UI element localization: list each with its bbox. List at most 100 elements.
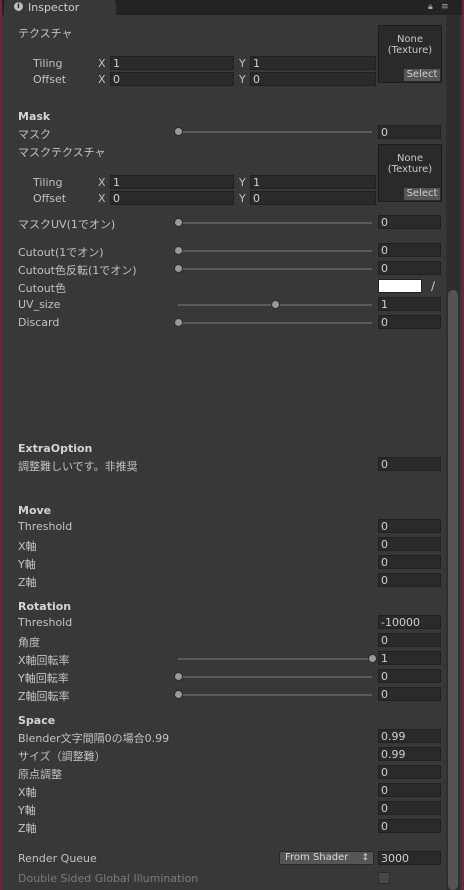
cutout-color-label: Cutout色 (18, 282, 66, 295)
tab-inspector[interactable]: i Inspector (4, 0, 116, 15)
mask-offset-x-label: X (98, 192, 106, 205)
move-y-field[interactable]: 0 (378, 555, 441, 569)
mask-slider[interactable] (178, 131, 372, 133)
move-z-field[interactable]: 0 (378, 573, 441, 587)
rotation-z-slider-handle[interactable] (174, 690, 183, 699)
eyedropper-icon[interactable]: ∕ (426, 279, 440, 293)
rotation-header: Rotation (18, 600, 72, 613)
mask-uv-slider[interactable] (178, 222, 372, 224)
discard-value-field[interactable]: 0 (378, 315, 441, 329)
discard-slider[interactable] (178, 322, 372, 324)
space-y-label: Y軸 (18, 804, 36, 817)
mask-label: マスク (18, 128, 51, 141)
space-size-label: サイズ（調整難） (18, 750, 106, 763)
mask-offset-label: Offset (33, 192, 67, 205)
tab-bar: i Inspector 🔒︎ ≡ (0, 0, 464, 15)
scrollbar-thumb[interactable] (448, 290, 458, 890)
window-edge-left (0, 0, 2, 890)
space-y-field[interactable]: 0 (378, 801, 441, 815)
dropdown-arrows-icon: ↕ (361, 853, 369, 863)
space-z-field[interactable]: 0 (378, 819, 441, 833)
rotation-angle-field[interactable]: 0 (378, 633, 441, 647)
space-size-field[interactable]: 0.99 (378, 747, 441, 761)
rotation-z-label: Z軸回転率 (18, 690, 70, 703)
cutout-slider[interactable] (178, 250, 372, 252)
render-queue-field[interactable]: 3000 (378, 851, 441, 865)
rotation-x-slider[interactable] (178, 658, 372, 660)
space-x-label: X軸 (18, 786, 37, 799)
extra-option-label: 調整難しいです。非推奨 (18, 460, 138, 473)
mask-tiling-y-label: Y (239, 176, 246, 189)
mask-uv-label: マスクUV(1でオン) (18, 218, 116, 231)
render-queue-dropdown[interactable]: From Shader ↕ (279, 851, 374, 865)
texture-select-button[interactable]: Select (404, 69, 440, 81)
tiling-y-label: Y (239, 57, 246, 70)
mask-tiling-x-label: X (98, 176, 106, 189)
texture-slot[interactable]: None (Texture) Select (378, 25, 442, 83)
rotation-z-field[interactable]: 0 (378, 687, 441, 701)
mask-texture-type-text: (Texture) (387, 164, 433, 175)
rotation-x-field[interactable]: 1 (378, 651, 441, 665)
mask-texture-label: マスクテクスチャ (18, 146, 106, 159)
space-origin-field[interactable]: 0 (378, 765, 441, 779)
uv-size-value-field[interactable]: 1 (378, 297, 441, 311)
mask-offset-x-field[interactable]: 0 (110, 191, 234, 205)
dsgi-checkbox[interactable] (378, 872, 390, 884)
space-origin-label: 原点調整 (18, 768, 62, 781)
cutout-invert-slider-handle[interactable] (174, 264, 183, 273)
cutout-value-field[interactable]: 0 (378, 243, 441, 257)
rotation-x-slider-handle[interactable] (368, 654, 377, 663)
rotation-y-field[interactable]: 0 (378, 669, 441, 683)
uv-size-slider-handle[interactable] (271, 300, 280, 309)
mask-texture-slot[interactable]: None (Texture) Select (378, 144, 442, 202)
cutout-slider-handle[interactable] (174, 246, 183, 255)
rotation-x-label: X軸回転率 (18, 654, 70, 667)
mask-value-field[interactable]: 0 (378, 125, 441, 139)
rotation-z-slider[interactable] (178, 694, 372, 696)
rotation-threshold-field[interactable]: -10000 (378, 615, 441, 629)
rotation-y-slider[interactable] (178, 676, 372, 678)
mask-slider-handle[interactable] (174, 127, 183, 136)
rotation-threshold-label: Threshold (18, 616, 73, 629)
uv-size-label: UV_size (18, 298, 61, 311)
tiling-y-field[interactable]: 1 (250, 56, 376, 70)
mask-tiling-y-field[interactable]: 1 (250, 175, 376, 189)
cutout-invert-value-field[interactable]: 0 (378, 261, 441, 275)
discard-slider-handle[interactable] (174, 318, 183, 327)
space-blender-field[interactable]: 0.99 (378, 729, 441, 743)
space-header: Space (18, 714, 56, 727)
lock-icon[interactable]: 🔒︎ (428, 3, 436, 12)
rotation-y-slider-handle[interactable] (174, 672, 183, 681)
texture-label: テクスチャ (18, 27, 73, 40)
render-queue-label: Render Queue (18, 852, 97, 865)
mask-offset-y-label: Y (239, 192, 246, 205)
tab-title: Inspector (28, 1, 80, 14)
cutout-label: Cutout(1でオン) (18, 246, 104, 259)
offset-y-label: Y (239, 73, 246, 86)
space-blender-label: Blender文字間隔0の場合0.99 (18, 732, 170, 745)
mask-uv-slider-handle[interactable] (174, 218, 183, 227)
menu-icon[interactable]: ≡ (441, 3, 449, 12)
mask-offset-y-field[interactable]: 0 (250, 191, 376, 205)
extra-option-value-field[interactable]: 0 (378, 457, 441, 471)
space-x-field[interactable]: 0 (378, 783, 441, 797)
move-threshold-label: Threshold (18, 520, 73, 533)
move-x-field[interactable]: 0 (378, 537, 441, 551)
rotation-y-label: Y軸回転率 (18, 672, 69, 685)
move-z-label: Z軸 (18, 576, 37, 589)
mask-uv-value-field[interactable]: 0 (378, 215, 441, 229)
offset-y-field[interactable]: 0 (250, 72, 376, 86)
mask-tiling-label: Tiling (33, 176, 63, 189)
mask-texture-select-button[interactable]: Select (404, 188, 440, 200)
tiling-x-field[interactable]: 1 (110, 56, 234, 70)
tiling-x-label: X (98, 57, 106, 70)
mask-texture-none-text: None (396, 153, 424, 164)
move-threshold-field[interactable]: 0 (378, 519, 441, 533)
offset-x-field[interactable]: 0 (110, 72, 234, 86)
move-header: Move (18, 504, 52, 517)
cutout-invert-slider[interactable] (178, 268, 372, 270)
space-z-label: Z軸 (18, 822, 37, 835)
cutout-color-swatch[interactable] (378, 279, 422, 293)
mask-tiling-x-field[interactable]: 1 (110, 175, 234, 189)
dsgi-label: Double Sided Global Illumination (18, 872, 199, 885)
